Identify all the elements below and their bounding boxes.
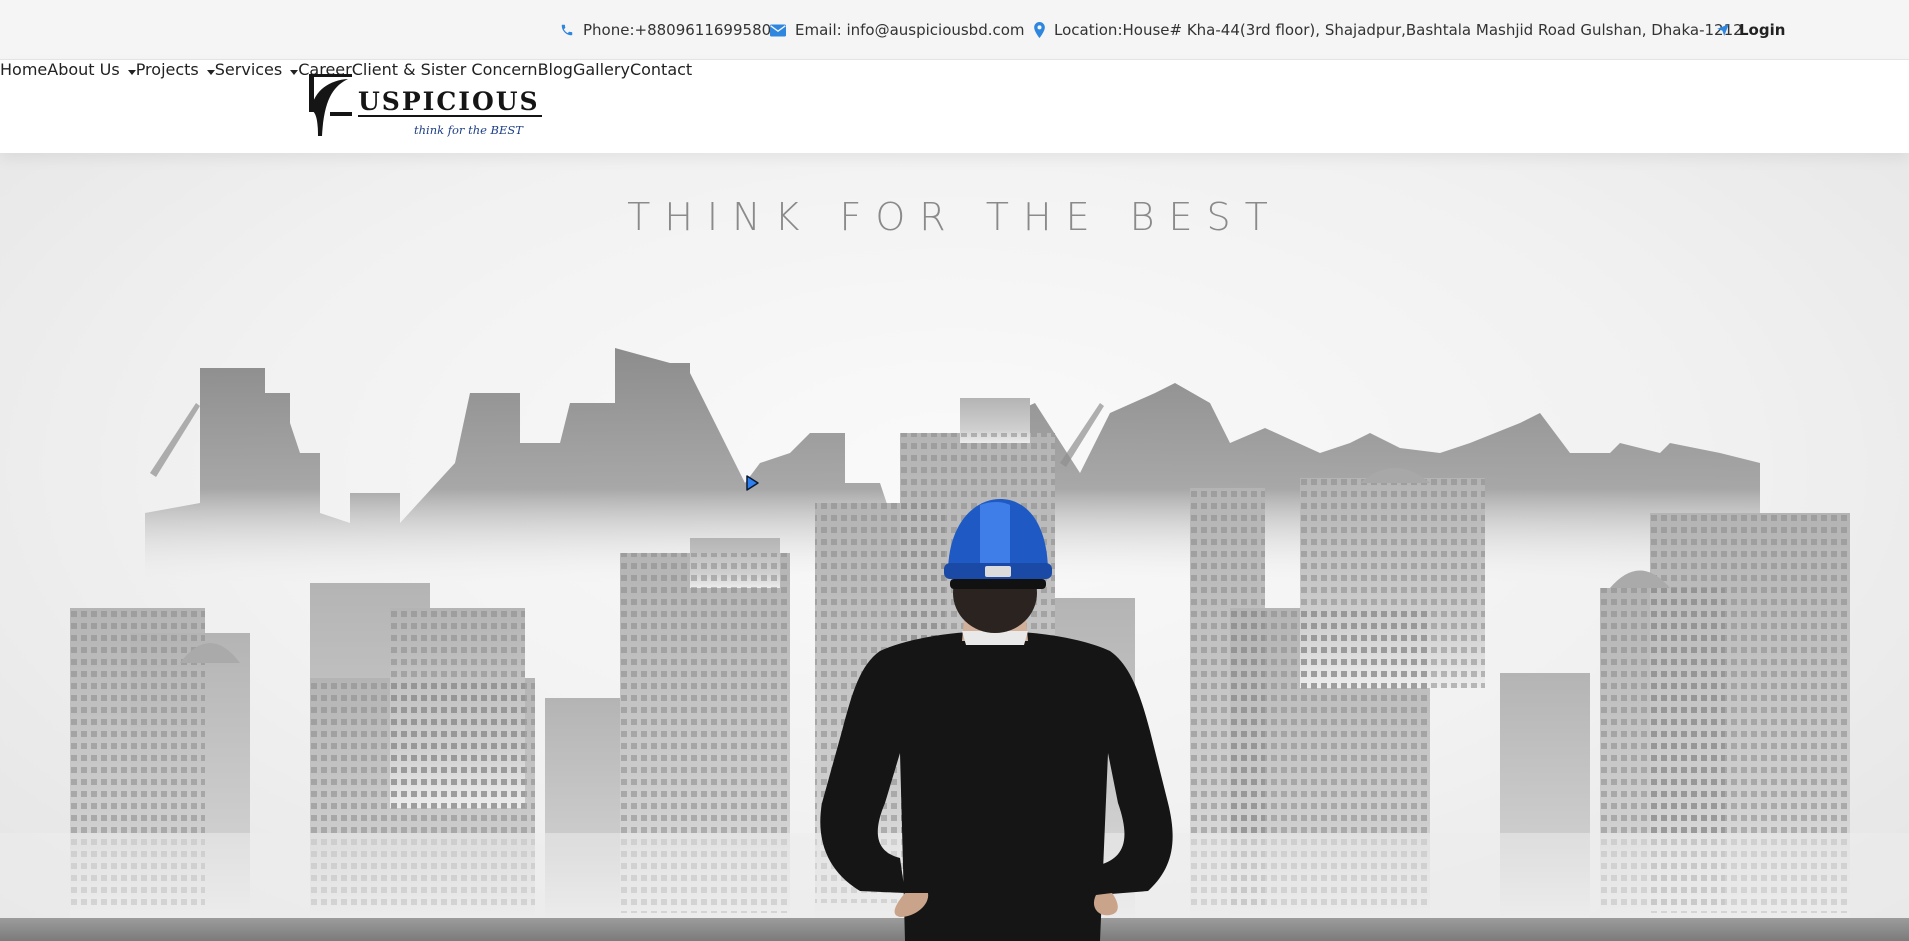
nav-item-gallery[interactable]: Gallery [573,60,630,79]
location-info: Location:House# Kha-44(3rd floor), Shaja… [1034,0,1743,60]
logo-tagline: think for the BEST [414,123,523,137]
site-logo[interactable]: USPICIOUS think for the BEST [308,72,542,142]
main-nav: HomeAbout Us Projects Services CareerClient… [0,60,1909,79]
nav-item-home[interactable]: Home [0,60,47,79]
email-text: Email: info@auspiciousbd.com [795,21,1025,39]
login-label: Login [1739,21,1786,39]
nav-item-label: About Us [47,60,120,79]
nav-item-services[interactable]: Services [214,60,299,79]
nav-item-blog[interactable]: Blog [538,60,573,79]
envelope-icon [770,24,786,36]
city-skyline-illustration [0,348,1909,941]
logo-wordmark: USPICIOUS [358,87,542,117]
location-arrow-icon [1717,24,1729,36]
hero-banner: THINK FOR THE BEST [0,153,1909,941]
nav-item-label: Blog [537,60,573,79]
main-header: USPICIOUS think for the BEST HomeAbout U… [0,60,1909,153]
phone-info[interactable]: Phone:+8809611699580 [560,0,771,60]
nav-item-contact[interactable]: Contact [630,60,692,79]
login-link[interactable]: Login [1716,0,1785,60]
nav-item-label: Gallery [572,60,630,79]
nav-item-label: Contact [629,60,693,79]
caret-down-icon [206,70,215,75]
phone-text: Phone:+8809611699580 [583,21,772,39]
mouse-cursor-icon [746,475,759,491]
nav-item-label: Services [214,60,283,79]
nav-item-about-us[interactable]: About Us [47,60,136,79]
hero-title: THINK FOR THE BEST [627,195,1282,239]
location-text: Location:House# Kha-44(3rd floor), Shaja… [1054,21,1743,39]
email-info[interactable]: Email: info@auspiciousbd.com [770,0,1025,60]
nav-item-label: Projects [135,60,199,79]
logo-a-mark-icon [309,74,352,136]
phone-icon [561,24,573,36]
top-info-bar: Phone:+8809611699580 Email: info@auspici… [0,0,1909,60]
map-pin-icon [1034,22,1045,38]
nav-item-label: Home [0,60,48,79]
caret-down-icon [127,70,136,75]
nav-item-projects[interactable]: Projects [136,60,215,79]
